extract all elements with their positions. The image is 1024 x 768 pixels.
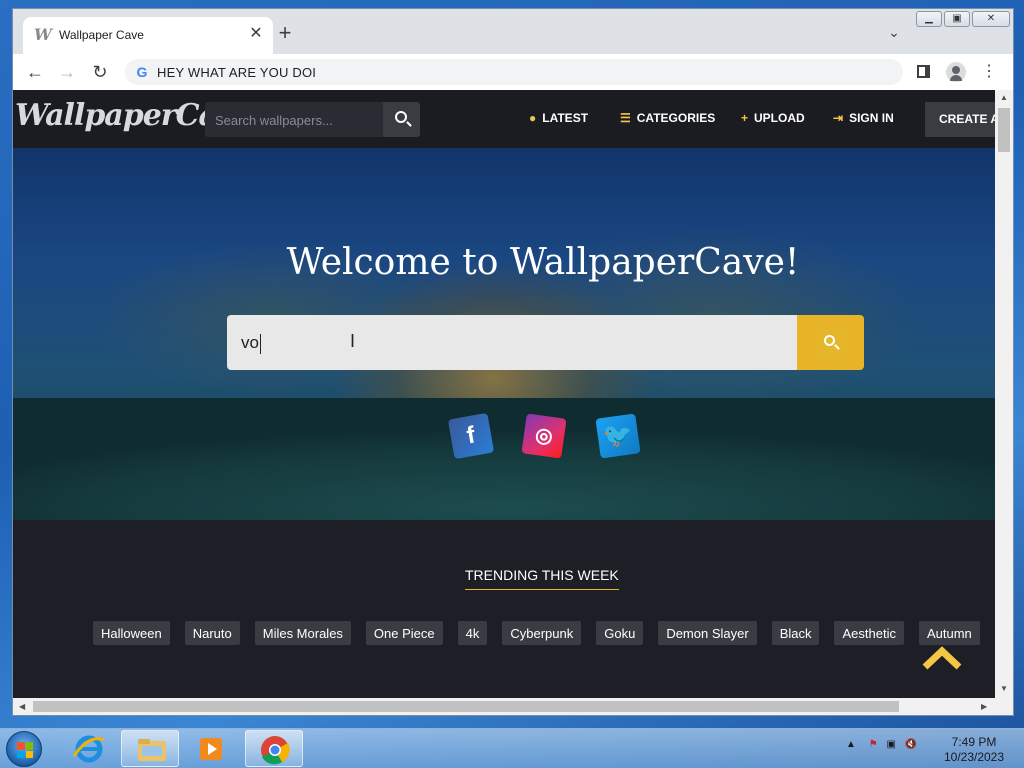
plus-icon: + [741,111,749,125]
reload-icon[interactable]: ↻ [90,62,110,82]
new-tab-button[interactable]: + [275,22,295,44]
instagram-icon[interactable]: ◎ [521,413,567,459]
list-icon: ☰ [620,111,631,125]
internet-explorer-taskbar-button[interactable] [60,730,118,767]
scroll-right-arrow-icon[interactable]: ▶ [981,702,987,711]
search-icon [395,111,407,123]
trending-tag[interactable]: Goku [596,621,644,645]
show-hidden-icons-chevron-up-icon[interactable]: ▲ [846,739,856,750]
volume-muted-icon[interactable]: 🔇 [905,739,917,750]
trending-title: TRENDING THIS WEEK [465,567,619,590]
media-player-taskbar-button[interactable] [182,730,240,767]
create-account-button[interactable]: CREATE A [925,102,995,137]
hero-background-reef [13,398,995,520]
window-controls: ▁ ▣ ✕ [916,11,1010,29]
action-center-flag-icon[interactable]: ⚑ [869,739,878,750]
folder-icon [138,739,166,761]
trending-tag[interactable]: Naruto [184,621,240,645]
menu-kebab-icon[interactable]: ⋮ [979,62,999,82]
wallpapercave-favicon-icon: W [34,25,52,44]
nav-categories[interactable]: ☰ CATEGORIES [620,111,715,125]
browser-toolbar: ← → ↻ G HEY WHAT ARE YOU DOI ⋮ [13,54,1013,90]
tab-search-chevron-down-icon[interactable]: ⌄ [885,24,903,42]
clock-date: 10/23/2023 [943,750,1005,764]
close-window-button[interactable]: ✕ [972,11,1010,27]
text-cursor-icon: I [350,331,356,351]
hero-search-button[interactable] [797,315,864,370]
clock-time: 7:49 PM [951,735,997,749]
windows-taskbar: ▲ ⚑ ▣ 🔇 7:49 PM 10/23/2023 [0,728,1024,768]
minimize-button[interactable]: ▁ [916,11,942,27]
side-panel-icon[interactable] [913,62,933,82]
scroll-up-arrow-icon[interactable]: ▲ [1000,93,1008,102]
tab-strip: W Wallpaper Cave ✕ + ⌄ ▁ ▣ ✕ [13,9,1013,54]
hero-title: Welcome to WallpaperCave! [286,242,800,283]
internet-explorer-icon [72,735,105,763]
trending-tag[interactable]: Aesthetic [834,621,904,645]
scroll-to-top-chevron-up-icon[interactable] [921,645,963,671]
maximize-button[interactable]: ▣ [944,11,970,27]
header-search-button[interactable] [383,102,420,137]
file-explorer-taskbar-button[interactable] [121,730,179,767]
header-search-placeholder: Search wallpapers... [215,113,333,128]
trending-tag[interactable]: Black [771,621,820,645]
chrome-taskbar-button[interactable] [245,730,303,767]
trending-tag[interactable]: Miles Morales [254,621,351,645]
media-player-icon [200,738,222,760]
chrome-icon [261,736,290,765]
start-button[interactable] [6,731,42,767]
windows-logo-icon [17,742,33,758]
trending-tag[interactable]: One Piece [365,621,443,645]
search-icon [824,335,835,346]
trending-tag[interactable]: Halloween [93,621,170,645]
hero-banner: Welcome to WallpaperCave! vo I f ◎ 🐦 [13,148,995,520]
trending-tag[interactable]: Demon Slayer [658,621,757,645]
nav-upload[interactable]: + UPLOAD [741,111,805,125]
network-icon[interactable]: ▣ [886,739,895,750]
page-viewport: WallpaperCave Search wallpapers... ● LATE… [13,90,995,698]
text-caret [259,333,261,354]
site-header: WallpaperCave Search wallpapers... ● LATE… [13,90,995,148]
profile-avatar-icon[interactable] [946,62,966,82]
trending-tag[interactable]: 4k [457,621,488,645]
horizontal-scroll-thumb[interactable] [33,701,899,712]
scroll-left-arrow-icon[interactable]: ◀ [19,702,25,711]
close-tab-icon[interactable]: ✕ [247,25,265,43]
horizontal-scrollbar[interactable]: ◀ ▶ [13,698,1013,715]
nav-latest[interactable]: ● LATEST [529,111,588,125]
system-tray: ▲ ⚑ ▣ 🔇 [846,739,917,750]
trending-tag[interactable]: Autumn [918,621,980,645]
forward-arrow-icon[interactable]: → [57,62,77,82]
trending-tags: Halloween Naruto Miles Morales One Piece… [93,621,980,645]
twitter-icon[interactable]: 🐦 [595,413,641,459]
system-clock[interactable]: 7:49 PM 10/23/2023 [934,735,1014,765]
address-text[interactable]: HEY WHAT ARE YOU DOI [157,65,316,80]
header-search-input[interactable]: Search wallpapers... [205,102,383,137]
browser-window: W Wallpaper Cave ✕ + ⌄ ▁ ▣ ✕ ← → ↻ G HEY… [12,8,1014,716]
scroll-down-arrow-icon[interactable]: ▼ [1000,684,1008,693]
vertical-scroll-thumb[interactable] [998,108,1010,152]
nav-sign-in[interactable]: ⇥ SIGN IN [833,111,894,125]
tab-title: Wallpaper Cave [59,28,144,42]
hero-search-input[interactable]: vo I [227,315,797,370]
trending-tag[interactable]: Cyberpunk [502,621,582,645]
sign-in-icon: ⇥ [833,111,844,125]
browser-tab[interactable]: W Wallpaper Cave ✕ [23,17,273,54]
clock-icon: ● [529,111,537,125]
address-bar[interactable]: G HEY WHAT ARE YOU DOI [125,59,903,85]
back-arrow-icon[interactable]: ← [25,62,45,82]
google-icon: G [136,64,148,80]
facebook-icon[interactable]: f [447,412,495,460]
hero-search-value[interactable]: vo [241,333,261,354]
vertical-scrollbar[interactable]: ▲ ▼ [995,90,1013,698]
